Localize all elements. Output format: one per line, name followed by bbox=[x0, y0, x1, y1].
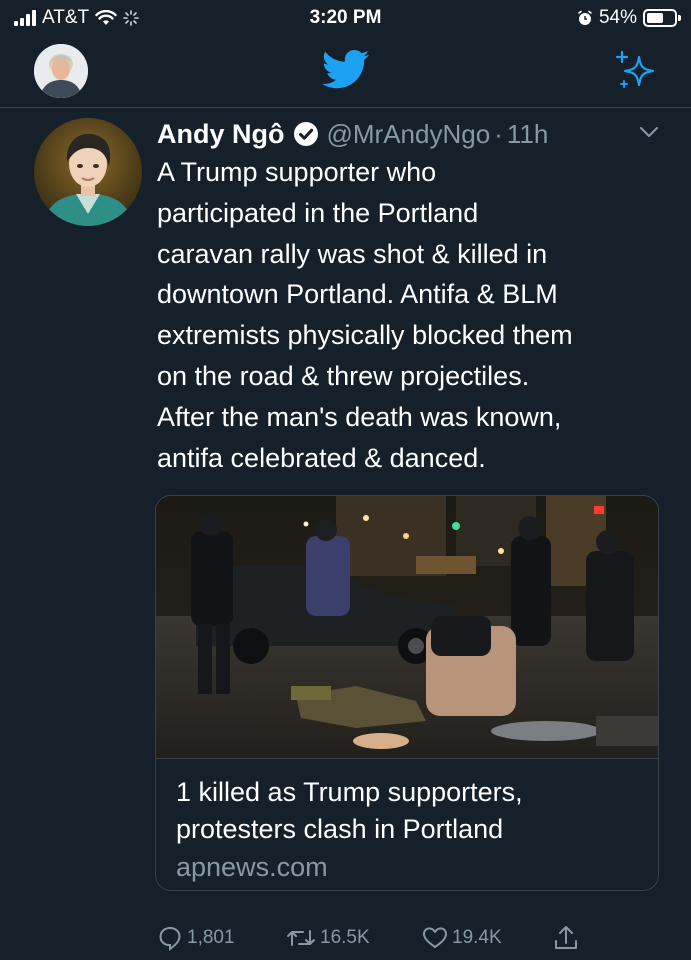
handle[interactable]: @MrAndyNgo bbox=[327, 119, 491, 150]
retweet-button[interactable]: 16.5K bbox=[286, 916, 370, 960]
battery-percent: 54% bbox=[598, 7, 637, 28]
status-bar: AT&T 3:20 PM 54% bbox=[0, 0, 691, 36]
tweet-time[interactable]: 11h bbox=[507, 119, 548, 150]
share-icon bbox=[555, 926, 577, 949]
separator-dot: · bbox=[494, 118, 503, 149]
heart-icon bbox=[423, 927, 447, 948]
display-name[interactable]: Andy Ngô bbox=[157, 119, 285, 150]
profile-avatar[interactable] bbox=[34, 44, 88, 98]
like-count: 19.4K bbox=[452, 927, 502, 948]
like-button[interactable]: 19.4K bbox=[422, 916, 502, 960]
tweet[interactable]: Andy Ngô @MrAndyNgo · 11h A Trump suppor… bbox=[0, 108, 691, 960]
tweet-text: A Trump supporter who participated in th… bbox=[157, 157, 573, 473]
card-info: 1 killed as Trump supporters, protesters… bbox=[156, 758, 658, 890]
link-card[interactable]: 1 killed as Trump supporters, protesters… bbox=[155, 495, 659, 891]
reply-count: 1,801 bbox=[187, 927, 235, 948]
retweet-icon bbox=[287, 930, 315, 946]
share-button[interactable] bbox=[553, 916, 579, 960]
card-domain: apnews.com bbox=[176, 852, 328, 882]
author-avatar[interactable] bbox=[34, 118, 142, 226]
nav-bar bbox=[0, 36, 691, 108]
twitter-bird-icon[interactable] bbox=[322, 50, 370, 90]
alarm-icon bbox=[578, 10, 592, 25]
retweet-count: 16.5K bbox=[320, 927, 370, 948]
screen: AT&T 3:20 PM 54% Andy Ngô @MrAndyNgo · 1… bbox=[0, 0, 691, 960]
chevron-down-icon[interactable] bbox=[638, 124, 660, 140]
tweet-header: Andy Ngô @MrAndyNgo · 11h bbox=[157, 114, 548, 154]
card-image bbox=[156, 496, 658, 758]
reply-button[interactable]: 1,801 bbox=[157, 916, 235, 960]
status-right: 54% bbox=[577, 7, 681, 29]
tweet-actions: 1,801 16.5K 19.4K bbox=[0, 916, 691, 960]
reply-icon bbox=[159, 926, 181, 951]
sparkle-icon[interactable] bbox=[612, 48, 658, 94]
battery-icon bbox=[643, 9, 681, 27]
card-title: 1 killed as Trump supporters, protesters… bbox=[176, 777, 523, 844]
verified-badge-icon bbox=[293, 122, 318, 146]
